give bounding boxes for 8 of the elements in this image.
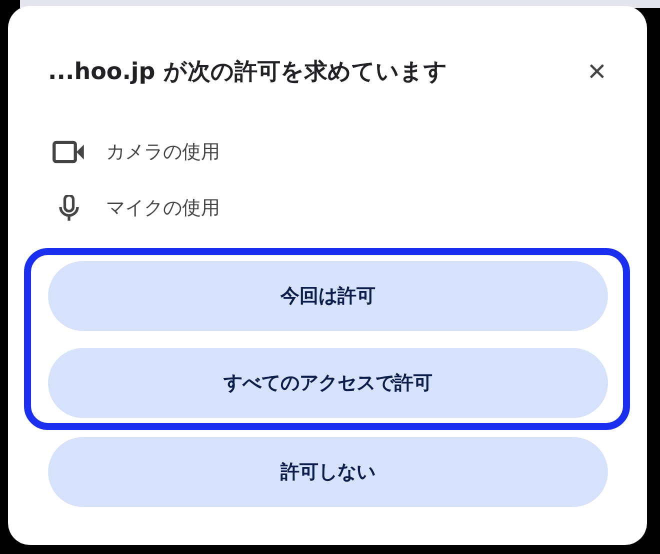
allow-button[interactable]: 今回は許可 bbox=[48, 261, 608, 331]
video-camera-icon bbox=[52, 139, 86, 165]
dialog-title: ...hoo.jp が次の許可を求めています bbox=[48, 58, 448, 87]
close-button[interactable]: ✕ bbox=[586, 58, 607, 86]
action-button[interactable]: 許可しない bbox=[48, 437, 608, 507]
permission-label: マイクの使用 bbox=[106, 196, 220, 221]
permission-label: カメラの使用 bbox=[106, 140, 220, 165]
allow-button[interactable]: すべてのアクセスで許可 bbox=[48, 348, 608, 418]
